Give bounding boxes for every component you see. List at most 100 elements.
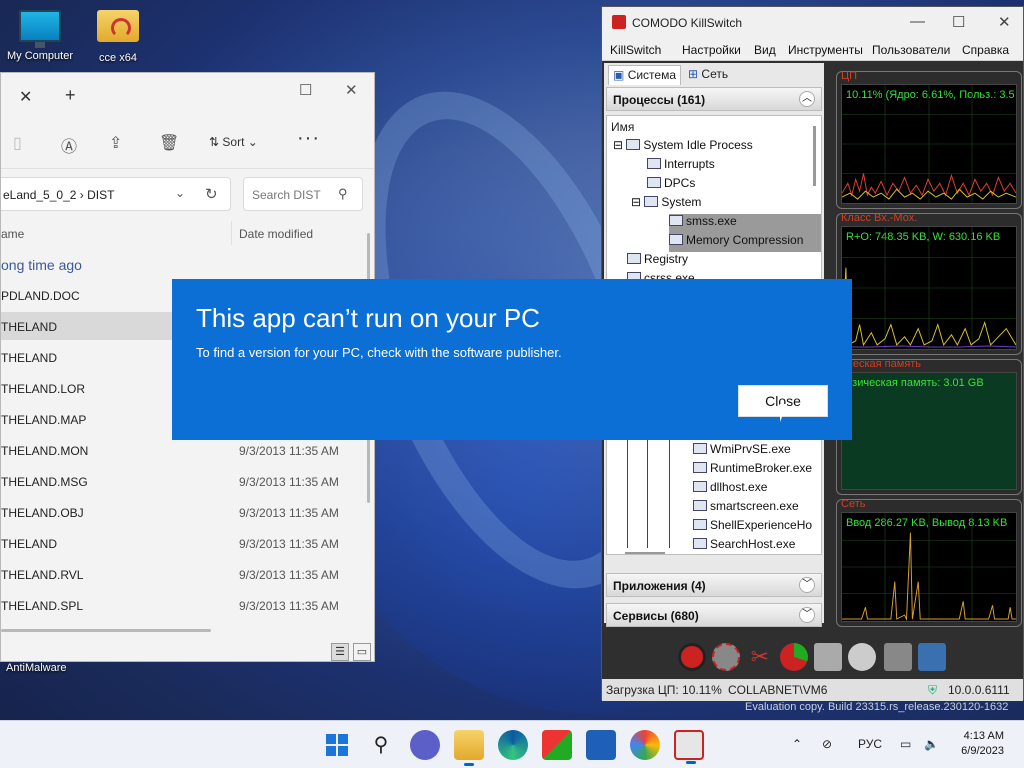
applications-section-header[interactable]: Приложения (4) ﹀ [606,573,822,597]
chat-icon[interactable] [410,730,440,760]
tree-row[interactable]: RuntimeBroker.exe [693,461,812,480]
tree-row[interactable]: ⊟ System [631,195,701,214]
edge-icon[interactable] [498,730,528,760]
language-indicator[interactable]: РУС [858,737,882,751]
share-icon[interactable]: ⇪ [109,133,122,153]
store-icon[interactable] [586,730,616,760]
display-icon[interactable]: ▭ [900,737,911,751]
tree-row[interactable]: Memory Compression [669,233,821,252]
magnifier-window-icon[interactable] [814,643,842,671]
expand-icon[interactable]: ﹀ [799,607,815,623]
tree-row[interactable]: SearchHost.exe [693,537,795,554]
expand-icon[interactable]: ﹀ [799,577,815,593]
file-row[interactable]: THELAND.SPL 9/3/2013 11:35 AM [1,591,361,619]
tree-hscrollbar[interactable] [625,552,665,554]
menu-item-view[interactable]: Вид [754,43,776,57]
column-name-header[interactable]: ame [1,227,24,241]
horizontal-scrollbar[interactable] [1,629,211,632]
menu-item-help[interactable]: Справка [962,43,1009,57]
menu-item-users[interactable]: Пользователи [872,43,950,57]
folders-icon[interactable] [884,643,912,671]
tab-system[interactable]: ▣ Система [608,65,682,85]
delete-icon[interactable]: 🗑 [159,133,179,153]
volume-icon[interactable]: 🔈 [924,737,939,751]
rename-icon[interactable]: Ⓐ [61,133,77,157]
tree-row[interactable]: smss.exe [669,214,821,233]
io-plot: R+O: 748.35 KB, W: 630.16 KB [841,226,1017,350]
maximize-button[interactable]: ☐ [299,81,312,99]
maximize-button[interactable]: ☐ [952,13,965,31]
refresh-icon[interactable]: ↻ [205,185,218,203]
file-row[interactable]: THELAND.OBJ 9/3/2013 11:35 AM [1,498,361,526]
search-icon[interactable]: ⚲ [366,730,396,760]
app-icon[interactable] [542,730,572,760]
process-name: dllhost.exe [710,480,768,494]
tree-scrollbar[interactable] [813,126,816,186]
tree-row[interactable]: ⊟ System Idle Process [613,138,753,157]
clock[interactable]: 4:13 AM 6/9/2023 [961,729,1004,759]
processes-section-header[interactable]: Процессы (161) ︿ [606,87,822,111]
search-icon[interactable] [848,643,876,671]
monitor-pulse-icon[interactable] [918,643,946,671]
menu-item-killswitch[interactable]: KillSwitch [610,43,661,57]
kill-tools-icon[interactable]: ✂ [746,643,774,671]
memory-graph: ическая память изическая память: 3.01 GB [836,358,1022,495]
tree-row[interactable]: Registry [627,252,688,271]
file-name: THELAND.SPL [1,599,84,613]
gear-icon[interactable] [712,643,740,671]
file-row[interactable]: THELAND.MON 9/3/2013 11:35 AM [1,436,361,464]
taskbar: ⚲ ⌃ ⊘ РУС ▭ 🔈 4:13 AM 6/9/2023 [0,720,1024,768]
minimize-button[interactable]: — [910,13,925,30]
tree-row[interactable]: smartscreen.exe [693,499,799,518]
tab-network[interactable]: ⊞ Сеть [684,65,732,85]
paste-icon[interactable]: ▯ [13,133,22,153]
tab-bar: ▣ Система ⊞ Сеть [604,63,824,85]
tree-row[interactable]: Interrupts [647,157,715,176]
file-row[interactable]: THELAND 9/3/2013 11:35 AM [1,529,361,557]
chrome-icon[interactable] [630,730,660,760]
file-row[interactable]: THELAND.MSG 9/3/2013 11:35 AM [1,467,361,495]
new-tab-button[interactable]: + [65,85,76,106]
tiles-view-button[interactable]: ▭ [353,643,371,661]
name-column-header[interactable]: Имя [611,120,634,134]
sort-button[interactable]: ⇅ Sort ⌄ [209,135,258,149]
process-name: System Idle Process [643,138,753,152]
file-explorer-icon[interactable] [454,730,484,766]
details-view-button[interactable]: ☰ [331,643,349,661]
desktop-icon-my-computer[interactable]: My Computer [0,10,80,62]
menu-item-tools[interactable]: Инструменты [788,43,863,57]
process-icon [693,462,707,473]
file-name: THELAND.OBJ [1,506,84,520]
comodo-icon[interactable] [678,643,706,671]
network-plot: Ввод 286.27 KB, Вывод 8.13 KB [841,512,1017,622]
close-tab-icon[interactable]: ✕ [19,87,32,107]
pie-chart-icon[interactable] [780,643,808,671]
more-options-button[interactable]: ··· [297,127,320,150]
desktop-icon-cce[interactable]: cce x64 [78,10,158,64]
column-date-header[interactable]: Date modified [239,227,313,241]
group-header[interactable]: ong time ago [1,257,82,273]
network-off-icon[interactable]: ⊘ [822,737,832,751]
killswitch-taskbar-icon[interactable] [674,730,704,764]
tree-row[interactable]: ShellExperienceHo [693,518,812,537]
tree-row[interactable]: DPCs [647,176,695,195]
services-section-header[interactable]: Сервисы (680) ﹀ [606,603,822,627]
close-window-button[interactable]: ✕ [998,13,1011,31]
search-input[interactable]: Search DIST ⚲ [243,177,363,211]
chevron-down-icon[interactable]: ⌄ [175,186,185,200]
menu-item-settings[interactable]: Настройки [682,43,741,57]
close-window-button[interactable]: ✕ [345,81,358,99]
start-button[interactable] [322,730,352,760]
process-icon [627,253,641,264]
search-icon: ⚲ [338,186,348,201]
column-divider[interactable] [231,221,232,245]
collapse-icon[interactable]: ︿ [799,91,815,107]
file-row[interactable]: THELAND.RVL 9/3/2013 11:35 AM [1,560,361,588]
address-bar[interactable]: eLand_5_0_2 › DIST ⌄ [1,177,231,211]
breadcrumb[interactable]: eLand_5_0_2 › DIST [3,188,114,202]
chevron-up-icon[interactable]: ⌃ [792,737,802,751]
file-date: 9/3/2013 11:35 AM [239,568,339,582]
tree-row[interactable]: WmiPrvSE.exe [693,442,791,461]
tree-row[interactable]: dllhost.exe [693,480,767,499]
desktop-icon-label[interactable]: AntiMalware [6,662,67,674]
